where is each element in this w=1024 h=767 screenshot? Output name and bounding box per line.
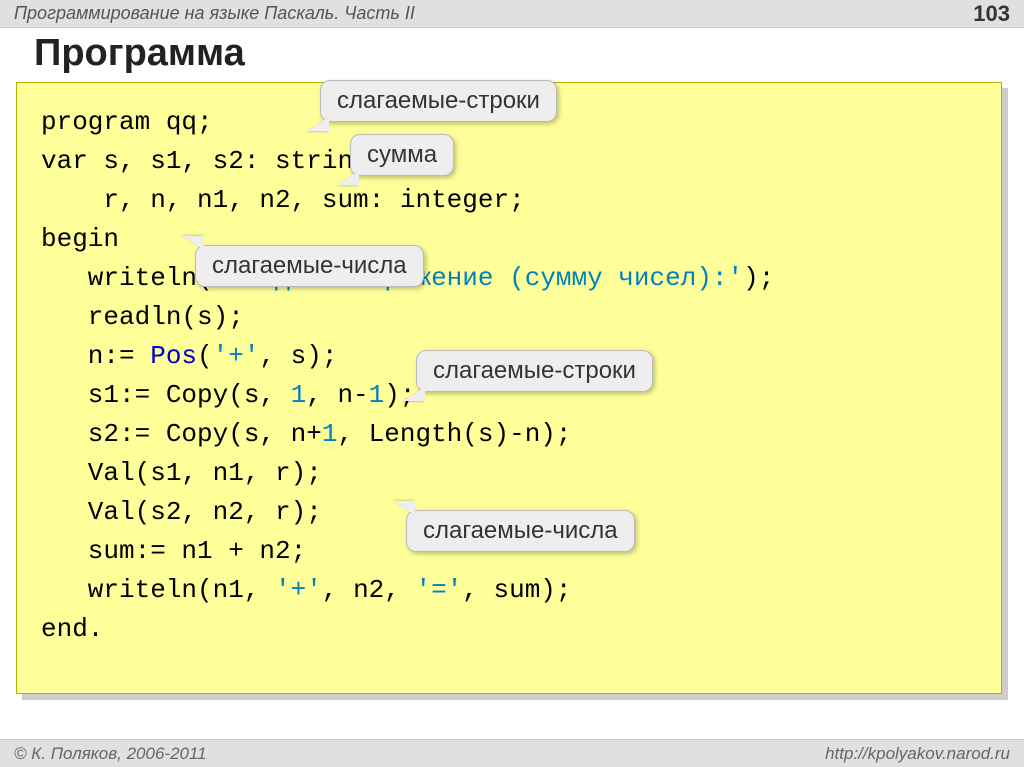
code-line-10: Val(s1, n1, r); bbox=[41, 458, 322, 488]
code-line-7d: '+' bbox=[213, 341, 260, 371]
code-line-13b: '+' bbox=[275, 575, 322, 605]
callout-label: слагаемые-числа bbox=[212, 252, 407, 279]
code-line-13c: , n2, bbox=[322, 575, 416, 605]
callout-tail-icon bbox=[182, 236, 204, 250]
callout-tail-icon bbox=[403, 387, 425, 401]
code-line-8c: , n- bbox=[306, 380, 368, 410]
callout-label: сумма bbox=[367, 141, 437, 168]
callout-label: слагаемые-строки bbox=[337, 87, 540, 114]
code-line-2: var s, s1, s2: string; bbox=[41, 146, 384, 176]
code-line-13e: , sum); bbox=[462, 575, 571, 605]
code-line-5c: ); bbox=[743, 263, 774, 293]
callout-addends-strings-top: слагаемые-строки bbox=[320, 80, 557, 122]
code-line-9b: 1 bbox=[322, 419, 338, 449]
callout-addends-numbers-mid: слагаемые-числа bbox=[406, 510, 635, 552]
footer-copyright: © К. Поляков, 2006-2011 bbox=[14, 744, 207, 764]
code-line-9a: s2:= Copy(s, n+ bbox=[41, 419, 322, 449]
code-line-13a: writeln(n1, bbox=[41, 575, 275, 605]
code-line-7b: Pos bbox=[150, 341, 197, 371]
code-line-14: end. bbox=[41, 614, 103, 644]
callout-addends-strings-mid: слагаемые-строки bbox=[416, 350, 653, 392]
code-line-3: r, n, n1, n2, sum: integer; bbox=[41, 185, 525, 215]
code-line-8a: s1:= Copy(s, bbox=[41, 380, 291, 410]
header-bar: Программирование на языке Паскаль. Часть… bbox=[0, 0, 1024, 28]
code-line-8d: 1 bbox=[369, 380, 385, 410]
code-line-7a: n:= bbox=[41, 341, 150, 371]
code-line-12: sum:= n1 + n2; bbox=[41, 536, 306, 566]
callout-tail-icon bbox=[307, 117, 329, 131]
callout-label: слагаемые-строки bbox=[433, 357, 636, 384]
code-line-4: begin bbox=[41, 224, 119, 254]
code-line-6: readln(s); bbox=[41, 302, 244, 332]
callout-label: слагаемые-числа bbox=[423, 517, 618, 544]
code-line-7e: , s); bbox=[259, 341, 337, 371]
code-line-11: Val(s2, n2, r); bbox=[41, 497, 322, 527]
callout-tail-icon bbox=[393, 501, 415, 515]
footer-bar: © К. Поляков, 2006-2011 http://kpolyakov… bbox=[0, 739, 1024, 767]
header-title: Программирование на языке Паскаль. Часть… bbox=[14, 3, 415, 24]
code-line-8b: 1 bbox=[291, 380, 307, 410]
callout-tail-icon bbox=[337, 171, 359, 185]
slide-title: Программа bbox=[34, 32, 245, 75]
slide: Программирование на языке Паскаль. Часть… bbox=[0, 0, 1024, 767]
callout-addends-numbers-top: слагаемые-числа bbox=[195, 245, 424, 287]
page-number: 103 bbox=[973, 1, 1010, 27]
code-line-13d: '=' bbox=[415, 575, 462, 605]
code-line-7c: ( bbox=[197, 341, 213, 371]
footer-url: http://kpolyakov.narod.ru bbox=[825, 744, 1010, 764]
code-line-9c: , Length(s)-n); bbox=[337, 419, 571, 449]
callout-sum: сумма bbox=[350, 134, 454, 176]
code-line-1: program qq; bbox=[41, 107, 213, 137]
code-line-5a: writeln( bbox=[41, 263, 213, 293]
